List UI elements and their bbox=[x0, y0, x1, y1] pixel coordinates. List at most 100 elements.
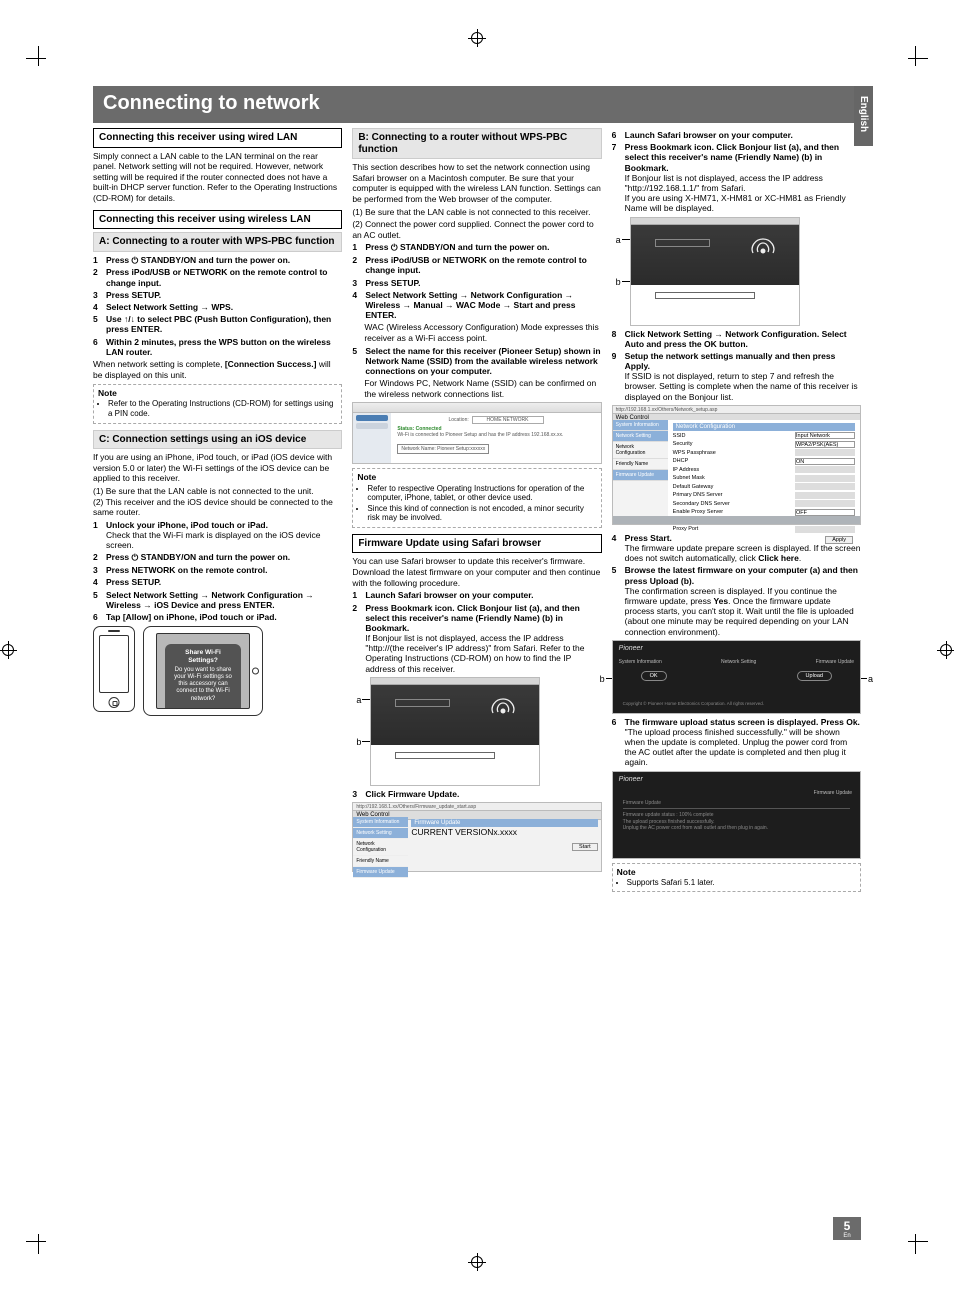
address-bar[interactable]: http://192.168.1.xx/Others/Network_setup… bbox=[613, 406, 860, 414]
start-button[interactable]: Start bbox=[572, 843, 598, 851]
c-step-6: Tap [Allow] on iPhone, iPod touch or iPa… bbox=[106, 612, 277, 622]
ipad-outline-icon: Share Wi-Fi Settings? Do you want to sha… bbox=[143, 626, 263, 716]
fw-step-3: Click Firmware Update. bbox=[365, 789, 459, 799]
callout-a: a bbox=[868, 674, 873, 684]
screenshot-macos-network: Location: HOME NETWORK Status: Connected… bbox=[352, 402, 601, 464]
c-step-5: Select Network Setting → Network Configu… bbox=[106, 590, 342, 610]
fw-intro: You can use Safari browser to update thi… bbox=[352, 556, 601, 588]
c-step-3: Press NETWORK on the remote control. bbox=[106, 565, 268, 575]
r-step-9: Setup the network settings manually and … bbox=[625, 351, 861, 402]
ios-devices-illustration: Share Wi-Fi Settings? Do you want to sha… bbox=[93, 626, 342, 716]
b-pre-2: (2) Connect the power cord supplied. Con… bbox=[352, 219, 601, 240]
field-input[interactable] bbox=[795, 475, 855, 482]
b-step-5: Select the name for this receiver (Pione… bbox=[365, 346, 601, 377]
page-lang: En bbox=[833, 1233, 861, 1239]
side-tab[interactable]: Friendly Name bbox=[353, 856, 408, 867]
note-item: Supports Safari 5.1 later. bbox=[627, 878, 856, 888]
page-number-value: 5 bbox=[833, 1219, 861, 1233]
callout-b: b bbox=[356, 737, 361, 747]
note-box-a: Note Refer to the Operating Instructions… bbox=[93, 384, 342, 423]
b-pre-1: (1) Be sure that the LAN cable is not co… bbox=[352, 207, 601, 218]
column-middle: B: Connecting to a router without WPS-PB… bbox=[352, 128, 601, 896]
note-title: Note bbox=[98, 388, 337, 398]
field-input[interactable] bbox=[795, 449, 855, 456]
row-value: x.xxxx bbox=[493, 827, 517, 837]
a-complete: When network setting is complete, [Conne… bbox=[93, 359, 342, 380]
status-text: The upload process finished successfully… bbox=[623, 819, 850, 832]
callout-a: a bbox=[356, 695, 361, 705]
ok-button[interactable]: OK bbox=[641, 671, 667, 681]
dialog-allow-button[interactable]: Allow bbox=[171, 708, 200, 709]
field-label: Subnet Mask bbox=[673, 475, 705, 481]
r-step-8: Click Network Setting → Network Configur… bbox=[625, 329, 861, 349]
subheading-method-b: B: Connecting to a router without WPS-PB… bbox=[352, 128, 601, 159]
field-label: Secondary DNS Server bbox=[673, 501, 730, 507]
heading-firmware-update: Firmware Update using Safari browser bbox=[352, 534, 601, 554]
side-tab[interactable]: System Information bbox=[353, 817, 408, 828]
note-title: Note bbox=[357, 472, 596, 482]
column-right: 6Launch Safari browser on your computer.… bbox=[612, 128, 861, 896]
side-tab[interactable]: Friendly Name bbox=[613, 459, 668, 470]
field-select[interactable]: OFF bbox=[795, 509, 855, 516]
field-input[interactable] bbox=[795, 500, 855, 507]
a-step-3: Press SETUP. bbox=[106, 290, 161, 300]
upload-button[interactable]: Upload bbox=[797, 671, 832, 681]
field-select[interactable]: Input Network bbox=[795, 432, 855, 439]
b-step-1: Press ⏻ STANDBY/ON and turn the power on… bbox=[365, 242, 549, 253]
field-label: DHCP bbox=[673, 458, 689, 464]
callout-b: b bbox=[616, 277, 621, 287]
a-step-1: Press ⏻ STANDBY/ON and turn the power on… bbox=[106, 255, 290, 266]
side-tab[interactable]: Firmware Update bbox=[353, 867, 408, 878]
fw-step-1: Launch Safari browser on your computer. bbox=[365, 590, 533, 600]
screenshot-webcontrol-firmware: http://192.168.1.xx/Others/Firmware_upda… bbox=[352, 802, 601, 872]
fw-step-5: Browse the latest firmware on your compu… bbox=[625, 565, 861, 636]
side-tab[interactable]: Network Configuration bbox=[613, 442, 668, 459]
field-select[interactable]: WPA2/PSK(AES) bbox=[795, 441, 855, 448]
note-item: Refer to the Operating Instructions (CD-… bbox=[108, 399, 337, 418]
screenshot-webcontrol-netconfig: http://192.168.1.xx/Others/Network_setup… bbox=[612, 405, 861, 525]
c-step-2: Press ⏻ STANDBY/ON and turn the power on… bbox=[106, 552, 290, 563]
field-input[interactable] bbox=[795, 526, 855, 533]
b-intro: This section describes how to set the ne… bbox=[352, 162, 601, 205]
side-tab[interactable]: Network Setting bbox=[353, 828, 408, 839]
field-input[interactable] bbox=[795, 492, 855, 499]
field-label: Default Gateway bbox=[673, 484, 714, 490]
field-input[interactable] bbox=[795, 483, 855, 490]
screenshot-safari-bonjour bbox=[630, 217, 800, 326]
side-tab[interactable]: Network Setting bbox=[613, 431, 668, 442]
row-label: CURRENT VERSION bbox=[411, 827, 493, 837]
pioneer-logo-icon: Pioneer bbox=[619, 776, 643, 783]
side-tab[interactable]: Network Configuration bbox=[353, 839, 408, 856]
subheading-method-c: C: Connection settings using an iOS devi… bbox=[93, 430, 342, 450]
a-step-6: Within 2 minutes, press the WPS button o… bbox=[106, 337, 342, 357]
field-select[interactable]: ON bbox=[795, 458, 855, 465]
c-intro1: If you are using an iPhone, iPod touch, … bbox=[93, 452, 342, 484]
tab-label[interactable]: System Information bbox=[619, 659, 662, 665]
dialog-ignore-button[interactable]: Ignore bbox=[206, 708, 235, 709]
callout-a: a bbox=[616, 235, 621, 245]
field-label: SSID bbox=[673, 433, 686, 439]
field-label: WPS Passphrase bbox=[673, 450, 716, 456]
b-step-4: Select Network Setting → Network Configu… bbox=[365, 290, 601, 321]
subheading-method-a: A: Connecting to a router with WPS-PBC f… bbox=[93, 232, 342, 252]
network-name-dropdown[interactable]: Network Name: Pioneer Setup:xxxxxx bbox=[397, 444, 489, 454]
b-step-2: Press iPod/USB or NETWORK on the remote … bbox=[365, 255, 601, 275]
airplay-swirl-icon bbox=[487, 695, 519, 721]
apply-button[interactable]: Apply bbox=[825, 536, 853, 544]
side-tab[interactable]: System Information bbox=[613, 420, 668, 431]
pioneer-logo-icon: Pioneer bbox=[619, 645, 643, 652]
fw-step-2: Press Bookmark icon. Click Bonjour list … bbox=[365, 603, 601, 674]
field-label: IP Address bbox=[673, 467, 700, 473]
a-step-2: Press iPod/USB or NETWORK on the remote … bbox=[106, 267, 342, 287]
b-step-3: Press SETUP. bbox=[365, 278, 420, 288]
field-input[interactable] bbox=[795, 466, 855, 473]
address-bar[interactable]: http://192.168.1.xx/Others/Firmware_upda… bbox=[353, 803, 600, 811]
callout-b: b bbox=[600, 674, 605, 684]
page-title: Connecting to network bbox=[93, 86, 861, 123]
note-title: Note bbox=[617, 867, 856, 877]
language-tab: English bbox=[854, 86, 873, 146]
a-step-4: Select Network Setting → WPS. bbox=[106, 302, 233, 312]
tab-label[interactable]: Network Setting bbox=[721, 659, 756, 665]
side-tab[interactable]: Firmware Update bbox=[613, 470, 668, 481]
tab-label[interactable]: Firmware Update bbox=[816, 659, 854, 665]
